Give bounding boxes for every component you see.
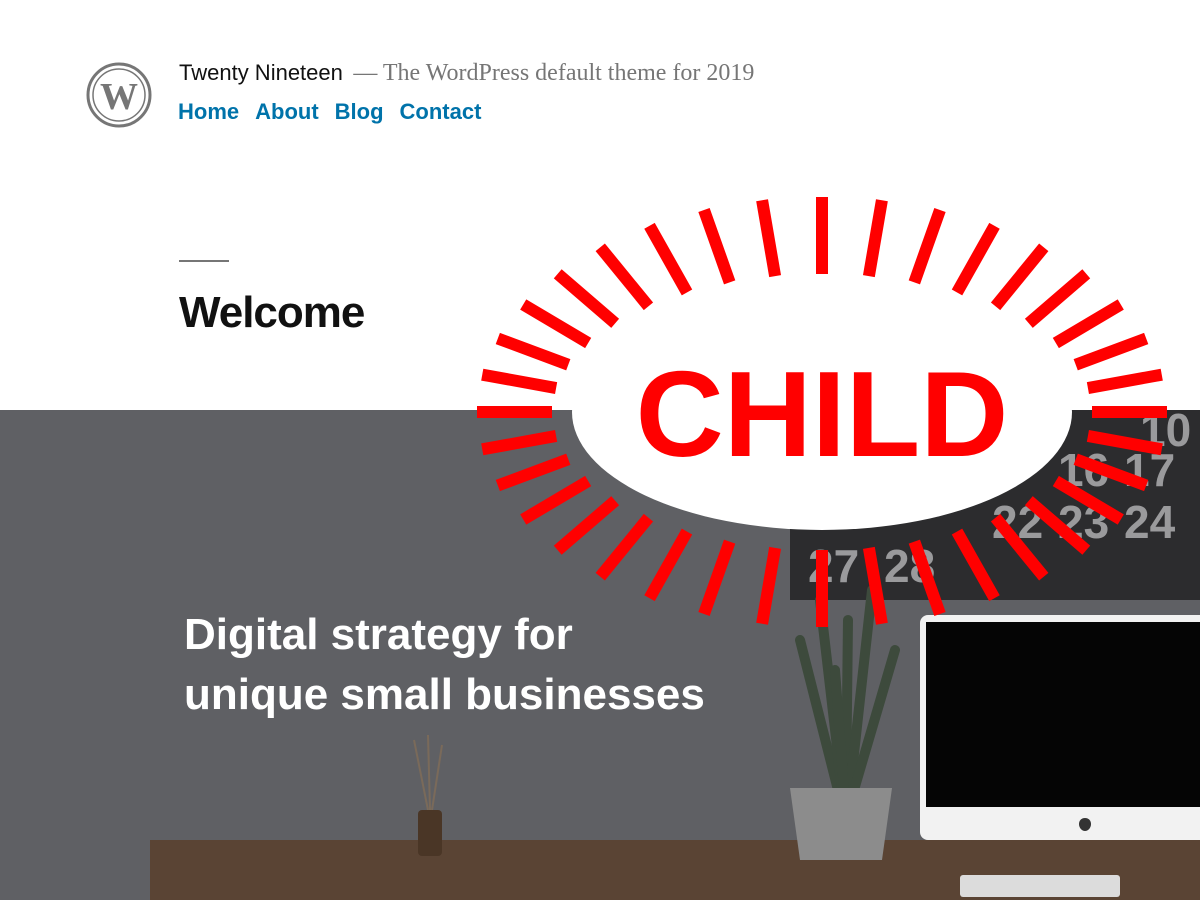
starburst-ray — [908, 207, 946, 285]
child-theme-badge: CHILD — [477, 197, 1167, 627]
starburst-ray — [1073, 332, 1149, 371]
starburst-ray — [481, 368, 558, 394]
starburst-ray — [1052, 475, 1124, 525]
starburst-ray — [1024, 269, 1091, 328]
starburst-ray — [553, 496, 620, 555]
starburst-ray — [908, 539, 946, 617]
starburst-ray — [862, 546, 888, 625]
starburst-ray — [520, 475, 592, 525]
starburst-ray — [756, 546, 782, 625]
starburst-ray — [553, 269, 620, 328]
starburst-ray — [1086, 368, 1163, 394]
starburst-ray — [595, 513, 654, 581]
starburst-ray — [951, 222, 1000, 296]
starburst-ray — [595, 243, 654, 311]
starburst-ray — [990, 243, 1049, 311]
starburst-ray — [481, 430, 558, 456]
starburst-ray — [698, 207, 736, 285]
starburst-ray — [495, 453, 571, 492]
starburst-ray — [1024, 496, 1091, 555]
starburst-ray — [495, 332, 571, 371]
starburst-ray — [990, 513, 1049, 581]
badge-text: CHILD — [636, 346, 1009, 482]
starburst-ray — [951, 528, 1000, 602]
starburst-ray — [644, 528, 693, 602]
starburst-ray — [520, 299, 592, 349]
starburst-ray — [862, 199, 888, 278]
starburst-ray — [756, 199, 782, 278]
starburst-ray — [1073, 453, 1149, 492]
starburst-ray — [644, 222, 693, 296]
starburst-ray — [1086, 430, 1163, 456]
starburst-ray — [698, 539, 736, 617]
starburst-ray — [1052, 299, 1124, 349]
